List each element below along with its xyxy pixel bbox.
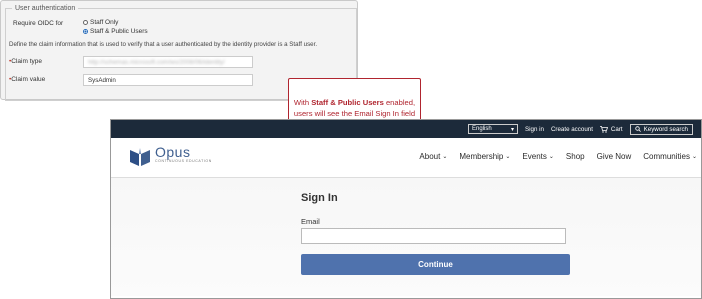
cart-link[interactable]: Cart xyxy=(599,125,623,133)
nav-label: Events xyxy=(522,152,547,161)
nav-label: Give Now xyxy=(596,152,632,161)
keyword-search-label: Keyword search xyxy=(643,125,688,133)
chevron-down-icon: ⌄ xyxy=(548,154,554,160)
logo-tagline: CONTINUOUS EDUCATION xyxy=(155,159,212,163)
signin-section: Sign In Email Continue xyxy=(111,178,701,298)
chevron-down-icon: ▾ xyxy=(511,126,515,133)
signin-link[interactable]: Sign in xyxy=(525,126,544,133)
nav-item-membership[interactable]: Membership ⌄ xyxy=(459,152,510,161)
book-logo-icon xyxy=(130,148,150,166)
logo-wordmark: Opus xyxy=(155,144,191,160)
page-title: Sign In xyxy=(301,192,338,204)
radio-staff-only[interactable]: Staff Only xyxy=(83,19,118,26)
utility-bar: English ▾ Sign in Create account Cart Ke… xyxy=(111,120,701,138)
keyword-search-button[interactable]: Keyword search xyxy=(629,123,693,135)
email-label: Email xyxy=(301,217,320,226)
language-select[interactable]: English ▾ xyxy=(468,124,519,134)
callout-prefix: With xyxy=(293,98,312,107)
main-navigation: Opus CONTINUOUS EDUCATION About ⌄ Members… xyxy=(111,138,701,178)
nav-label: Shop xyxy=(565,152,585,161)
claim-value-label: Claim value xyxy=(11,76,46,83)
claim-value-input[interactable]: SysAdmin xyxy=(83,74,253,86)
claim-value-text: SysAdmin xyxy=(88,77,116,84)
claim-type-input[interactable]: http://schemas.microsoft.com/ws/2008/06/… xyxy=(83,56,253,68)
email-field[interactable] xyxy=(301,228,566,244)
require-oidc-label: Require OIDC for xyxy=(13,20,64,27)
claim-type-label: Claim type xyxy=(11,58,42,65)
opus-logo[interactable]: Opus CONTINUOUS EDUCATION xyxy=(129,145,212,167)
nav-item-give-now[interactable]: Give Now xyxy=(597,152,632,161)
claim-value-label-row: •Claim value xyxy=(9,76,45,83)
cart-label: Cart xyxy=(610,125,623,133)
chevron-down-icon: ⌄ xyxy=(691,154,697,160)
opus-website-preview: English ▾ Sign in Create account Cart Ke… xyxy=(110,119,702,299)
nav-label: Communities xyxy=(643,152,690,161)
help-text: Define the claim information that is use… xyxy=(9,41,318,48)
search-icon xyxy=(634,126,641,132)
chevron-down-icon: ⌄ xyxy=(505,154,511,160)
section-legend: User authentication xyxy=(15,5,76,12)
radio-staff-public[interactable]: Staff & Public Users xyxy=(83,28,148,35)
language-value: English xyxy=(472,126,492,132)
nav-menu: About ⌄ Membership ⌄ Events ⌄ Shop Give Now… xyxy=(419,152,697,161)
radio-label: Staff Only xyxy=(90,19,119,26)
continue-button[interactable]: Continue xyxy=(301,254,570,275)
nav-label: About xyxy=(419,152,441,161)
radio-unchecked-icon[interactable] xyxy=(83,20,88,25)
nav-label: Membership xyxy=(459,152,504,161)
radio-label: Staff & Public Users xyxy=(90,28,148,35)
claim-type-label-row: •Claim type xyxy=(9,58,42,65)
create-account-link[interactable]: Create account xyxy=(551,126,593,133)
chevron-down-icon: ⌄ xyxy=(442,154,448,160)
nav-item-communities[interactable]: Communities ⌄ xyxy=(643,152,697,161)
cart-icon xyxy=(599,125,608,133)
callout-highlight: Staff & Public Users xyxy=(311,98,384,107)
nav-item-events[interactable]: Events ⌄ xyxy=(522,152,554,161)
radio-checked-icon[interactable] xyxy=(83,29,88,34)
claim-type-value: http://schemas.microsoft.com/ws/2008/06/… xyxy=(88,59,225,66)
nav-item-about[interactable]: About ⌄ xyxy=(419,152,447,161)
nav-item-shop[interactable]: Shop xyxy=(566,152,585,161)
